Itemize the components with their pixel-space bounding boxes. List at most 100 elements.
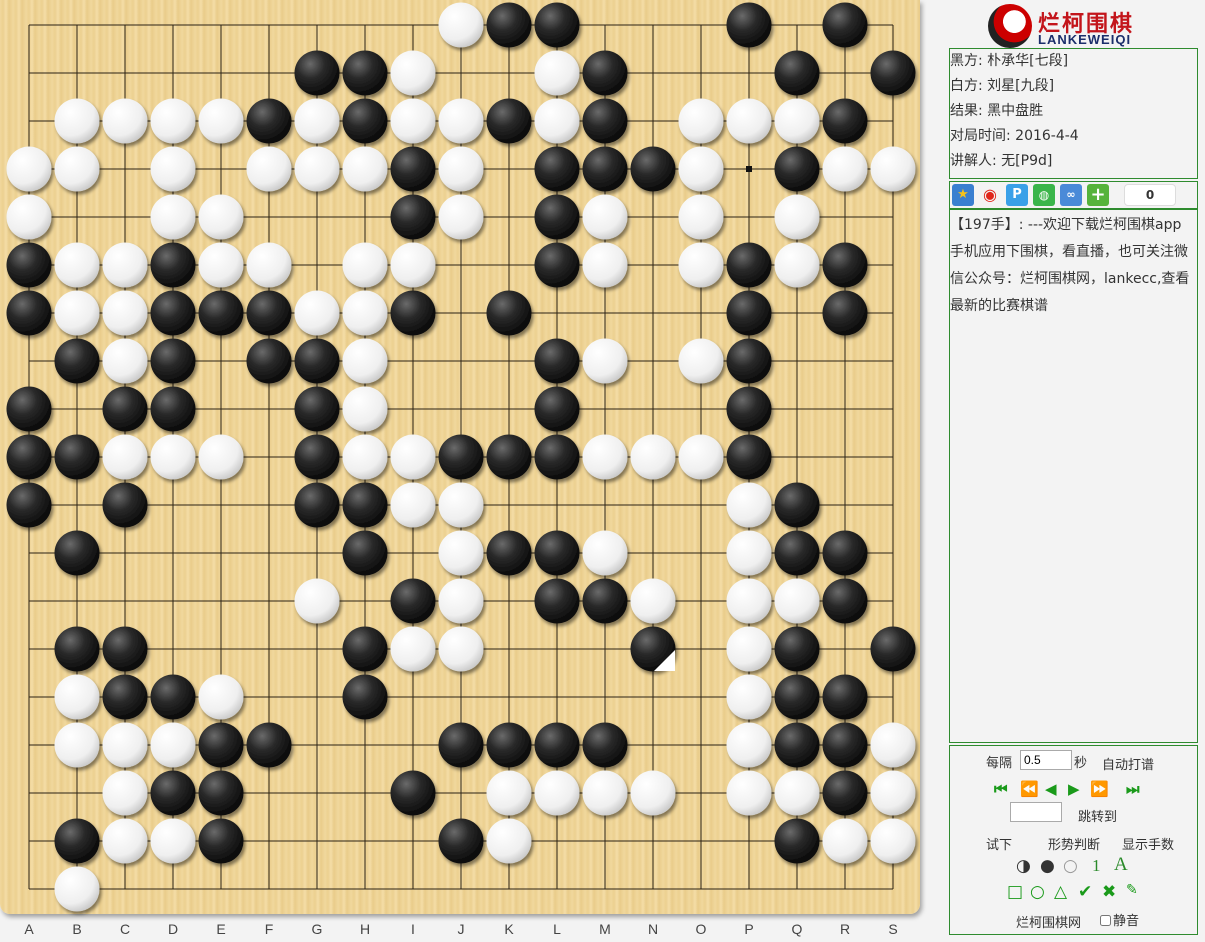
first-move-icon[interactable]: ⏮ xyxy=(994,780,1008,798)
black-stone xyxy=(534,434,580,480)
white-stone xyxy=(822,818,868,864)
black-stone xyxy=(822,770,868,816)
white-stone xyxy=(150,722,196,768)
column-label: M xyxy=(599,921,611,937)
white-stone xyxy=(630,770,676,816)
check-mark-icon[interactable]: ✔ xyxy=(1078,882,1092,902)
black-stone xyxy=(150,386,196,432)
white-stone xyxy=(534,50,580,96)
control-box: 每隔 秒 自动打谱 ⏮ ⏪ ◀ ▶ ⏩ ⏭ 跳转到 试下 形势判断 显示手数 ◑… xyxy=(949,745,1198,935)
white-stone-icon[interactable]: ○ xyxy=(1063,856,1078,876)
letter-tool-icon[interactable]: A xyxy=(1114,854,1128,876)
mute-toggle[interactable]: 静音 xyxy=(1100,910,1139,929)
number-tool-icon[interactable]: 1 xyxy=(1092,856,1101,876)
black-stone xyxy=(6,386,52,432)
weibo-icon[interactable]: ◉ xyxy=(979,184,1001,206)
qq-icon[interactable]: ∞ xyxy=(1060,184,1082,206)
black-stone xyxy=(54,434,100,480)
black-stone xyxy=(294,434,340,480)
black-stone xyxy=(726,338,772,384)
white-stone xyxy=(726,578,772,624)
white-stone xyxy=(870,722,916,768)
last-move-icon[interactable]: ⏭ xyxy=(1126,780,1140,798)
black-stone xyxy=(54,530,100,576)
share-count: 0 xyxy=(1124,184,1176,206)
black-stone xyxy=(870,50,916,96)
fast-forward-icon[interactable]: ⏩ xyxy=(1090,780,1109,798)
interval-input[interactable] xyxy=(1020,750,1072,770)
step-backward-icon[interactable]: ◀ xyxy=(1045,780,1057,798)
black-stone xyxy=(102,674,148,720)
white-stone xyxy=(390,242,436,288)
black-stone xyxy=(774,146,820,192)
white-stone xyxy=(54,98,100,144)
white-stone xyxy=(678,146,724,192)
white-stone xyxy=(102,434,148,480)
black-stone xyxy=(630,146,676,192)
go-board-svg[interactable]: ABCDEFGHIJKLMNOPQRS123456789101112131415… xyxy=(0,0,920,942)
column-label: P xyxy=(744,921,753,937)
circle-mark-icon[interactable]: ○ xyxy=(1030,882,1045,902)
white-stone xyxy=(678,242,724,288)
mute-checkbox[interactable] xyxy=(1100,915,1111,926)
star-point xyxy=(746,166,752,172)
white-stone xyxy=(774,242,820,288)
black-stone xyxy=(486,722,532,768)
pencil-icon[interactable]: ✎ xyxy=(1126,882,1138,898)
qzone-icon[interactable]: P xyxy=(1006,184,1028,206)
black-stone xyxy=(390,194,436,240)
black-stone xyxy=(534,242,580,288)
white-stone xyxy=(198,434,244,480)
go-board[interactable]: ABCDEFGHIJKLMNOPQRS123456789101112131415… xyxy=(0,0,920,937)
jump-input[interactable] xyxy=(1010,802,1062,822)
wechat-icon[interactable]: ◍ xyxy=(1033,184,1055,206)
favorite-star-icon[interactable]: ★ xyxy=(952,184,974,206)
cross-mark-icon[interactable]: ✖ xyxy=(1102,882,1116,902)
white-stone xyxy=(438,146,484,192)
black-stone xyxy=(150,338,196,384)
triangle-mark-icon[interactable]: △ xyxy=(1054,882,1067,902)
auto-play-button[interactable]: 自动打谱 xyxy=(1102,754,1154,773)
square-mark-icon[interactable]: □ xyxy=(1007,882,1023,902)
add-plus-icon[interactable]: + xyxy=(1087,184,1109,206)
white-stone xyxy=(678,194,724,240)
black-stone xyxy=(198,770,244,816)
white-stone xyxy=(582,194,628,240)
column-label: H xyxy=(360,921,370,937)
white-stone xyxy=(726,770,772,816)
white-stone xyxy=(102,818,148,864)
white-stone xyxy=(342,386,388,432)
white-stone xyxy=(582,242,628,288)
site-logo: 烂柯围棋 LANKEWEIQI xyxy=(988,4,1168,48)
white-stone xyxy=(486,818,532,864)
white-stone xyxy=(438,194,484,240)
black-stone xyxy=(870,626,916,672)
black-stone xyxy=(822,242,868,288)
black-stone xyxy=(822,674,868,720)
black-stone xyxy=(294,50,340,96)
black-stone xyxy=(534,530,580,576)
black-stone xyxy=(774,50,820,96)
step-forward-icon[interactable]: ▶ xyxy=(1068,780,1080,798)
black-stone xyxy=(774,482,820,528)
black-stone xyxy=(342,530,388,576)
black-stone xyxy=(486,2,532,48)
try-move-button[interactable]: 试下 xyxy=(986,834,1012,853)
white-stone xyxy=(54,866,100,912)
white-stone xyxy=(294,578,340,624)
show-numbers-button[interactable]: 显示手数 xyxy=(1122,834,1174,853)
alternate-color-icon[interactable]: ◑ xyxy=(1016,856,1031,876)
black-stone xyxy=(390,290,436,336)
white-stone xyxy=(150,98,196,144)
black-stone xyxy=(390,146,436,192)
black-stone xyxy=(150,290,196,336)
judge-button[interactable]: 形势判断 xyxy=(1048,834,1100,853)
black-stone-icon[interactable]: ● xyxy=(1040,856,1055,876)
white-stone xyxy=(102,338,148,384)
black-stone xyxy=(342,98,388,144)
black-stone xyxy=(198,722,244,768)
jump-button[interactable]: 跳转到 xyxy=(1078,806,1117,825)
column-label: L xyxy=(553,921,561,937)
seconds-label: 秒 xyxy=(1074,756,1088,771)
fast-backward-icon[interactable]: ⏪ xyxy=(1020,780,1039,798)
